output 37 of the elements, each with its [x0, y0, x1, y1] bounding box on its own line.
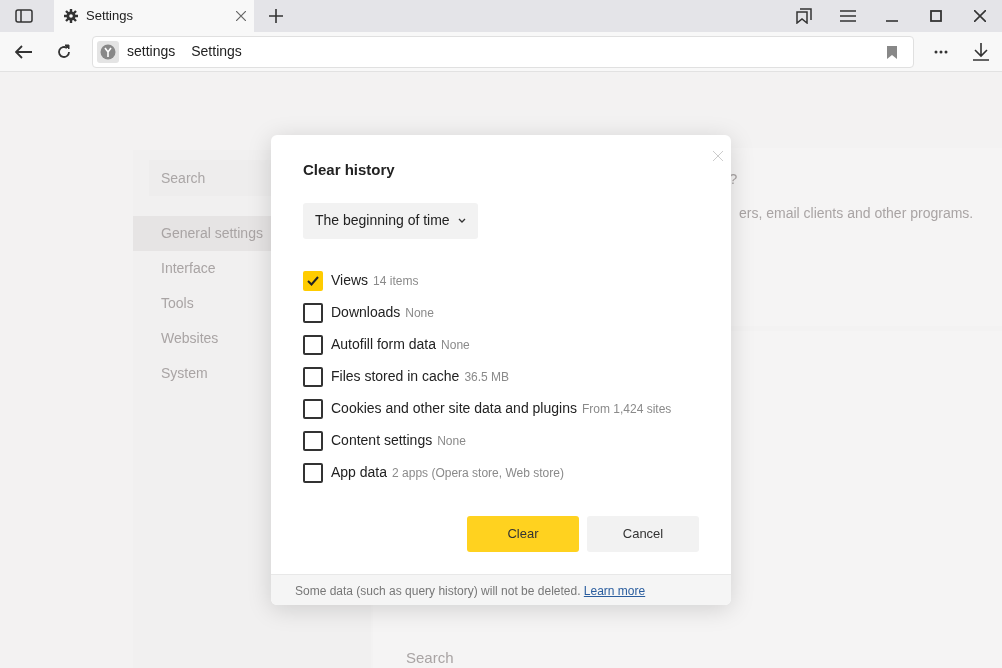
page-title: Settings [191, 42, 242, 61]
option-label: Content settings [331, 431, 433, 450]
period-dropdown[interactable]: The beginning of time [303, 202, 478, 239]
checkbox[interactable] [303, 302, 323, 323]
tab-label: Settings [86, 7, 133, 26]
option-detail: None [405, 304, 434, 322]
gear-icon [64, 9, 78, 23]
site-icon [97, 40, 119, 63]
checkbox[interactable] [303, 462, 323, 483]
option-label: Views [331, 271, 369, 290]
checkbox[interactable] [303, 366, 323, 387]
option-detail: From 1,424 sites [581, 400, 672, 418]
learn-more-link[interactable]: Learn more [583, 584, 646, 598]
checkmark-icon [307, 275, 319, 286]
option-detail: 14 items [373, 272, 419, 290]
option-detail: 36.5 MB [464, 368, 510, 386]
checkbox[interactable] [303, 334, 323, 355]
option-detail: 2 apps (Opera store, Web store) [392, 464, 564, 482]
option-label: App data [331, 463, 388, 482]
clear-button[interactable]: Clear [467, 515, 579, 552]
option-detail: None [437, 432, 466, 450]
checkbox[interactable] [303, 430, 323, 451]
option-label: Files stored in cache [331, 367, 460, 386]
option-label: Autofill form data [331, 335, 437, 354]
checkbox[interactable] [303, 398, 323, 419]
option-label: Downloads [331, 303, 401, 322]
option-detail: None [441, 336, 470, 354]
close-icon[interactable] [236, 11, 246, 21]
section-text: ers, email clients and other programs. [739, 203, 975, 223]
footer-note: Some data (such as query history) will not be deleted. Learn more [295, 584, 646, 598]
caret-icon [457, 218, 466, 223]
address-bar[interactable]: settings Settings [92, 35, 914, 68]
browser-tab[interactable]: Settings [54, 0, 254, 32]
option-label: Cookies and other site data and plugins [331, 399, 577, 418]
section-heading: Search [406, 649, 454, 666]
address-host: settings [127, 42, 176, 61]
cancel-button[interactable]: Cancel [587, 515, 699, 552]
